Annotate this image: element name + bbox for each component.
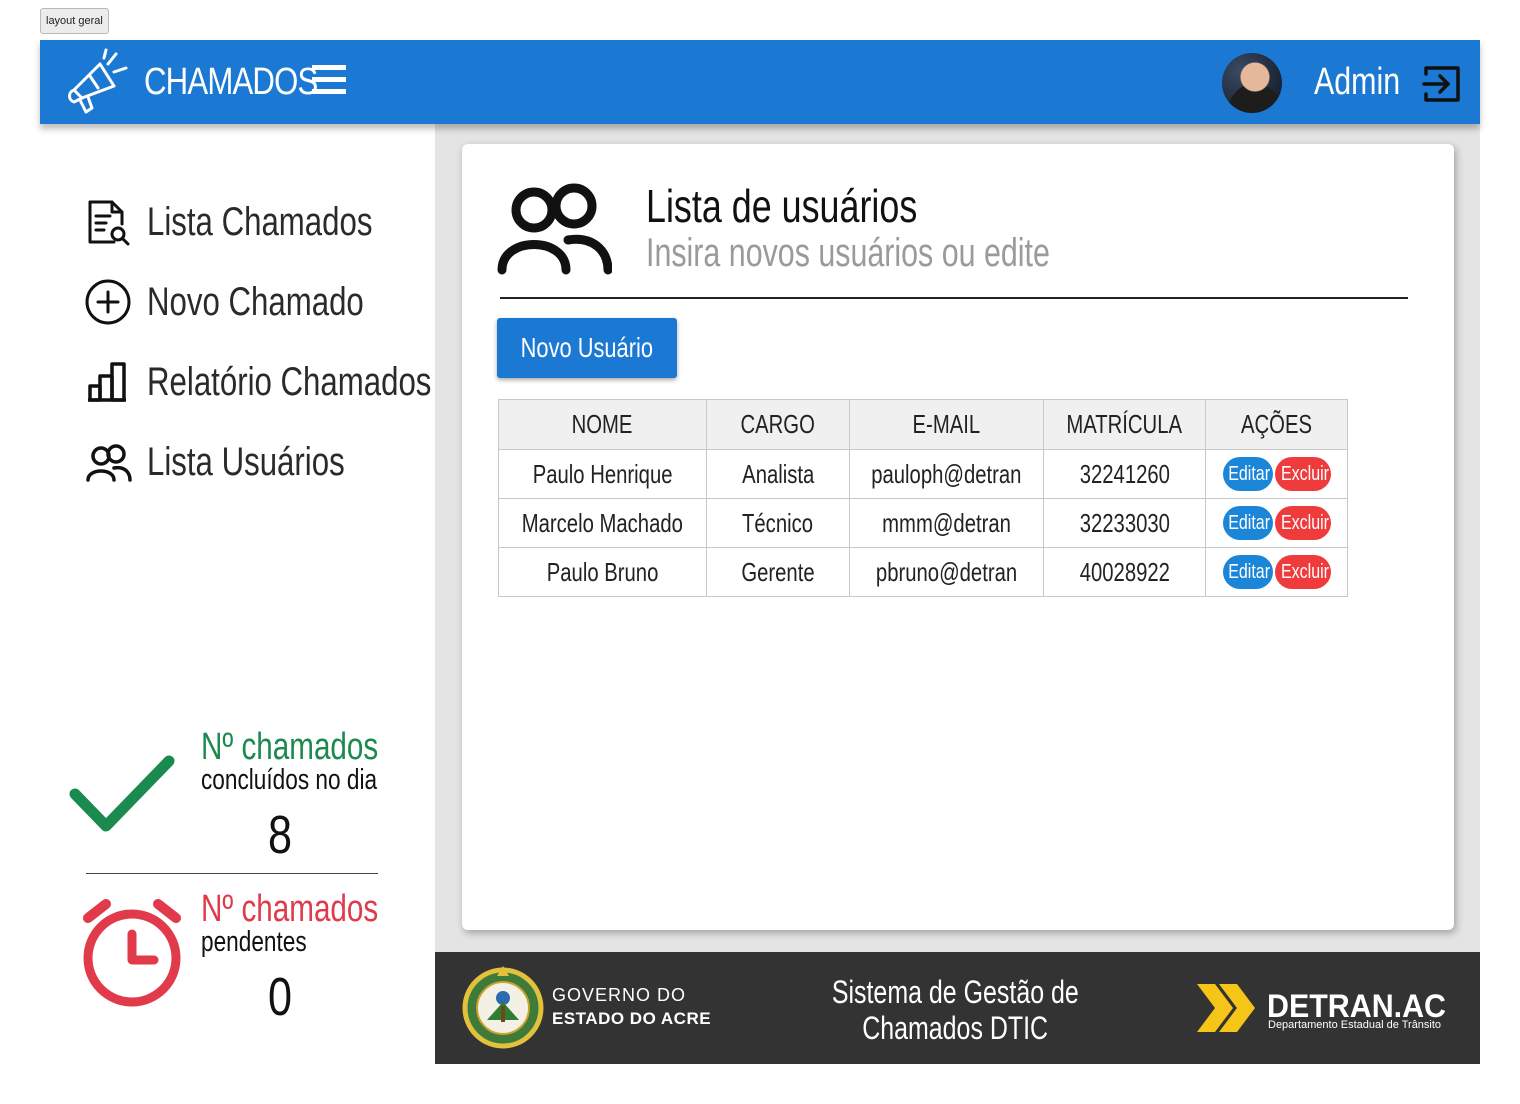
cell-actions: Editar Excluir (1205, 547, 1348, 597)
cell-role: Gerente (705, 547, 851, 597)
detran-subtitle: Departamento Estadual de Trânsito (1268, 1019, 1442, 1031)
delete-button-label: Excluir (1280, 512, 1329, 535)
cell-text: Gerente (741, 556, 815, 587)
acre-state-seal-icon (462, 966, 544, 1049)
delete-button[interactable]: Excluir (1274, 506, 1331, 541)
table-row: Marcelo Machado Técnico mmm@detran 32233… (498, 498, 1348, 548)
brand-title: CHAMADOS (144, 61, 318, 103)
users-icon (86, 444, 132, 482)
cell-text: Analista (741, 458, 814, 489)
megaphone-icon (68, 48, 128, 114)
system-name: Sistema de Gestão de Chamados DTIC (775, 974, 1135, 1046)
sidebar-item-label: Relatório Chamados (147, 360, 432, 404)
cell-text: Marcelo Machado (521, 507, 683, 538)
footer: GOVERNO DO ESTADO DO ACRE Sistema de Ges… (435, 952, 1480, 1064)
cell-role: Técnico (705, 498, 851, 548)
done-stat-value: 8 (267, 805, 293, 865)
cell-text: mmm@detran (881, 507, 1011, 538)
edit-button[interactable]: Editar (1222, 555, 1273, 590)
sidebar-item-label: Novo Chamado (147, 280, 364, 324)
users-card: Lista de usuários Insira novos usuários … (462, 144, 1454, 930)
edit-button[interactable]: Editar (1222, 457, 1273, 492)
new-user-button-label: Novo Usuário (520, 332, 654, 363)
cell-email: pauloph@detran (849, 449, 1044, 499)
new-user-button[interactable]: Novo Usuário (497, 318, 677, 378)
cell-text: 40028922 (1079, 556, 1170, 587)
cell-id: 40028922 (1042, 547, 1207, 597)
checkmark-icon (69, 755, 175, 832)
column-header-label: E-MAIL (912, 409, 981, 439)
pending-stat-value: 0 (267, 967, 293, 1027)
cell-name: Paulo Bruno (498, 547, 707, 597)
cell-text: pbruno@detran (875, 556, 1017, 587)
column-header-label: AÇÕES (1241, 409, 1313, 439)
table-row: Paulo Henrique Analista pauloph@detran 3… (498, 449, 1348, 499)
system-name-line1: Sistema de Gestão de (831, 974, 1079, 1010)
detran-chevron-logo-icon (1197, 984, 1255, 1032)
table-row: Paulo Bruno Gerente pbruno@detran 400289… (498, 547, 1348, 597)
bar-chart-icon (88, 362, 126, 402)
column-header-label: MATRÍCULA (1066, 409, 1183, 439)
plus-circle-icon (85, 279, 131, 325)
cell-actions: Editar Excluir (1205, 498, 1348, 548)
gov-name-line1: GOVERNO DO (552, 985, 687, 1005)
cell-text: Técnico (742, 507, 814, 538)
gov-name-line2: ESTADO DO ACRE (552, 1009, 712, 1028)
column-header-cargo[interactable]: CARGO (705, 399, 851, 450)
delete-button-label: Excluir (1280, 561, 1329, 584)
sidebar-item-label: Lista Usuários (147, 440, 345, 484)
cell-id: 32233030 (1042, 498, 1207, 548)
cell-text: Paulo Henrique (532, 458, 673, 489)
column-header-label: NOME (571, 409, 633, 439)
document-search-icon (88, 200, 130, 246)
cell-text: pauloph@detran (871, 458, 1022, 489)
column-header-label: CARGO (740, 409, 816, 439)
sidebar-item-label: Lista Chamados (147, 200, 373, 244)
top-bar: CHAMADOS Admin (40, 40, 1480, 124)
title-divider (500, 297, 1408, 299)
page-title: Lista de usuários (646, 180, 918, 232)
stats-divider (86, 873, 378, 874)
edit-button-label: Editar (1227, 463, 1270, 486)
cell-email: pbruno@detran (849, 547, 1044, 597)
alarm-clock-icon (83, 899, 181, 1007)
cell-name: Marcelo Machado (498, 498, 707, 548)
column-header-nome[interactable]: NOME (498, 399, 707, 450)
user-name[interactable]: Admin (1314, 58, 1400, 106)
column-header-email[interactable]: E-MAIL (849, 399, 1044, 450)
column-header-matricula[interactable]: MATRÍCULA (1042, 399, 1207, 450)
cell-email: mmm@detran (849, 498, 1044, 548)
cell-name: Paulo Henrique (498, 449, 707, 499)
cell-text: 32233030 (1079, 507, 1170, 538)
edit-button-label: Editar (1227, 561, 1270, 584)
pending-stat-subtitle: pendentes (201, 926, 307, 958)
cell-actions: Editar Excluir (1205, 449, 1348, 499)
cell-id: 32241260 (1042, 449, 1207, 499)
users-icon (497, 183, 612, 275)
table-header-row: NOME CARGO E-MAIL MATRÍCULA AÇÕES (498, 399, 1348, 450)
users-table: NOME CARGO E-MAIL MATRÍCULA AÇÕES Paulo … (498, 399, 1348, 597)
delete-button[interactable]: Excluir (1274, 457, 1331, 492)
edit-button-label: Editar (1227, 512, 1270, 535)
page-subtitle: Insira novos usuários ou edite (646, 231, 1050, 275)
logout-icon[interactable] (1422, 64, 1462, 104)
cell-role: Analista (705, 449, 851, 499)
hamburger-menu-icon[interactable] (312, 62, 348, 98)
done-stat-subtitle: concluídos no dia (201, 764, 378, 796)
edit-button[interactable]: Editar (1222, 506, 1273, 541)
cell-text: 32241260 (1079, 458, 1170, 489)
frame-label: layout geral (40, 8, 109, 34)
delete-button-label: Excluir (1280, 463, 1329, 486)
system-name-line2: Chamados DTIC (862, 1010, 1048, 1046)
user-avatar[interactable] (1222, 53, 1282, 113)
delete-button[interactable]: Excluir (1274, 555, 1331, 590)
column-header-acoes: AÇÕES (1205, 399, 1348, 450)
cell-text: Paulo Bruno (546, 556, 659, 587)
